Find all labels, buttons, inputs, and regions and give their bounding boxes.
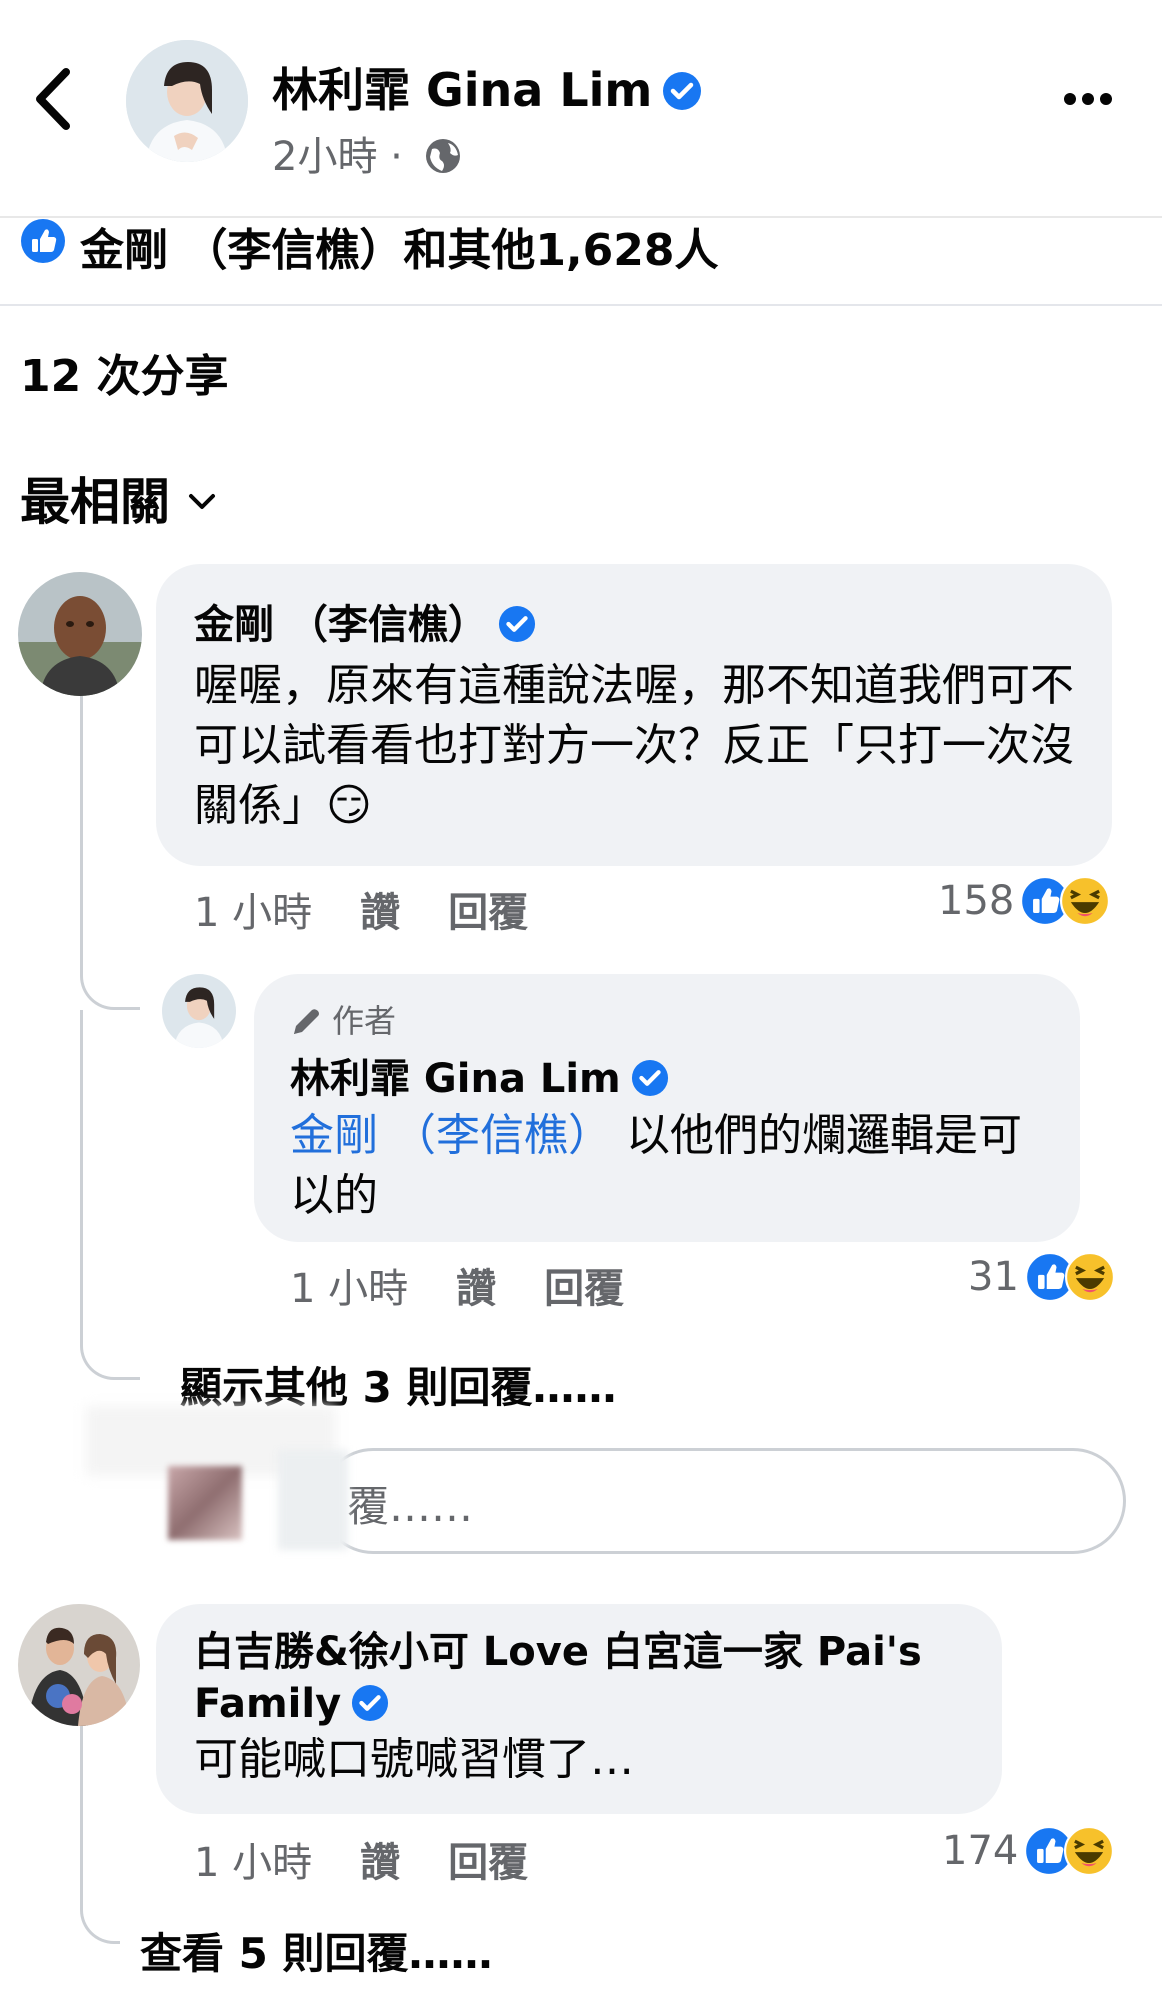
mention-link[interactable]: 金剛 （李信樵） — [290, 1110, 612, 1161]
comment-text: 喔喔，原來有這種說法喔，那不知道我們可不可以試看看也打對方一次？反正「只打一次沒… — [194, 660, 1074, 831]
reply-button[interactable]: 回覆 — [448, 1840, 528, 1886]
reply-time[interactable]: 1 小時 — [290, 1266, 408, 1312]
verified-badge-icon — [663, 71, 702, 110]
post-meta: 2小時 · — [272, 124, 462, 182]
comment-bubble: 金剛 （李信樵） 喔喔，原來有這種說法喔，那不知道我們可不可以試看看也打對方一次… — [156, 564, 1112, 866]
comment-reactions[interactable]: 174 — [942, 1826, 1115, 1876]
commenter-name-text: 金剛 （李信樵） — [194, 602, 488, 648]
verified-badge-icon — [631, 1059, 668, 1097]
globe-icon — [425, 139, 460, 173]
reactions-summary-text: 金剛 （李信樵）和其他1,628人 — [80, 225, 719, 276]
comment-actions: 1 小時 讚 回覆 — [194, 880, 528, 938]
reply-reactions[interactable]: 31 — [968, 1252, 1115, 1302]
comment-time[interactable]: 1 小時 — [194, 1840, 312, 1886]
reaction-count: 158 — [938, 878, 1015, 924]
commenter-name[interactable]: 金剛 （李信樵） — [194, 592, 1076, 650]
verified-badge-icon — [498, 605, 535, 643]
like-button[interactable]: 讚 — [360, 890, 400, 936]
view-more-replies[interactable]: 查看 5 則回覆…… — [140, 1920, 492, 1981]
meta-separator: · — [390, 134, 403, 180]
reaction-count: 31 — [968, 1254, 1019, 1300]
reply-actions: 1 小時 讚 回覆 — [290, 1256, 624, 1314]
haha-reaction-icon — [1060, 876, 1111, 926]
reply-author-avatar[interactable] — [162, 974, 236, 1048]
sort-label: 最相關 — [20, 473, 170, 531]
thread-line — [80, 1724, 83, 1874]
thread-line — [80, 690, 83, 970]
haha-reaction-icon — [1064, 1826, 1115, 1876]
author-tag: 作者 — [290, 996, 1050, 1042]
reply-author-name-text: 林利霏 Gina Lim — [290, 1056, 621, 1102]
author-avatar[interactable] — [126, 40, 248, 162]
share-count[interactable]: 12 次分享 — [20, 340, 229, 404]
more-options-icon[interactable] — [1064, 90, 1118, 110]
thread-branch — [80, 1010, 140, 1380]
haha-reaction-icon — [1064, 1252, 1115, 1302]
reply-button[interactable]: 回覆 — [448, 890, 528, 936]
reply-input-placeholder: 覆…… — [347, 1482, 474, 1531]
pencil-icon — [294, 1009, 319, 1034]
comment-bubble: 白吉勝&徐小可 Love 白宮這一家 Pai's Family 可能喊口號喊習慣… — [156, 1604, 1002, 1814]
reactions-summary[interactable]: 金剛 （李信樵）和其他1,628人 — [0, 214, 1162, 306]
author-name-text: 林利霏 Gina Lim — [272, 63, 653, 117]
author-name[interactable]: 林利霏 Gina Lim — [272, 54, 702, 120]
post-time[interactable]: 2小時 — [272, 134, 377, 180]
reply-button[interactable]: 回覆 — [544, 1266, 624, 1312]
reply-bubble: 作者 林利霏 Gina Lim 金剛 （李信樵） 以他們的爛邏輯是可以的 — [254, 974, 1080, 1242]
back-arrow-icon[interactable] — [30, 66, 78, 132]
comment-actions: 1 小時 讚 回覆 — [194, 1830, 528, 1888]
comment-time[interactable]: 1 小時 — [194, 890, 312, 936]
thread-branch — [80, 950, 140, 1010]
comment-text: 可能喊口號喊習慣了… — [194, 1734, 634, 1785]
like-button[interactable]: 讚 — [456, 1266, 496, 1312]
reply-text: 金剛 （李信樵） 以他們的爛邏輯是可以的 — [290, 1106, 1060, 1226]
blurred-region — [278, 1450, 348, 1550]
post-header: 林利霏 Gina Lim 2小時 · — [0, 0, 1162, 218]
like-reaction-icon — [21, 219, 65, 263]
like-button[interactable]: 讚 — [360, 1840, 400, 1886]
blurred-avatar — [168, 1466, 242, 1540]
verified-badge-icon — [352, 1684, 389, 1722]
commenter-avatar[interactable] — [18, 572, 142, 696]
reaction-count: 174 — [942, 1828, 1019, 1874]
thread-branch — [80, 1860, 120, 1944]
commenter-name[interactable]: 白吉勝&徐小可 Love 白宮這一家 Pai's Family — [194, 1626, 972, 1730]
reply-input[interactable]: 覆…… — [320, 1448, 1126, 1554]
comment-sort-dropdown[interactable]: 最相關 — [20, 462, 216, 534]
commenter-name-text: 白吉勝&徐小可 Love 白宮這一家 Pai's Family — [194, 1629, 922, 1727]
reply-author-name[interactable]: 林利霏 Gina Lim — [290, 1046, 1050, 1104]
author-tag-text: 作者 — [332, 1002, 397, 1040]
chevron-down-icon — [189, 493, 215, 509]
commenter-avatar[interactable] — [18, 1604, 140, 1726]
comment-reactions[interactable]: 158 — [938, 876, 1111, 926]
